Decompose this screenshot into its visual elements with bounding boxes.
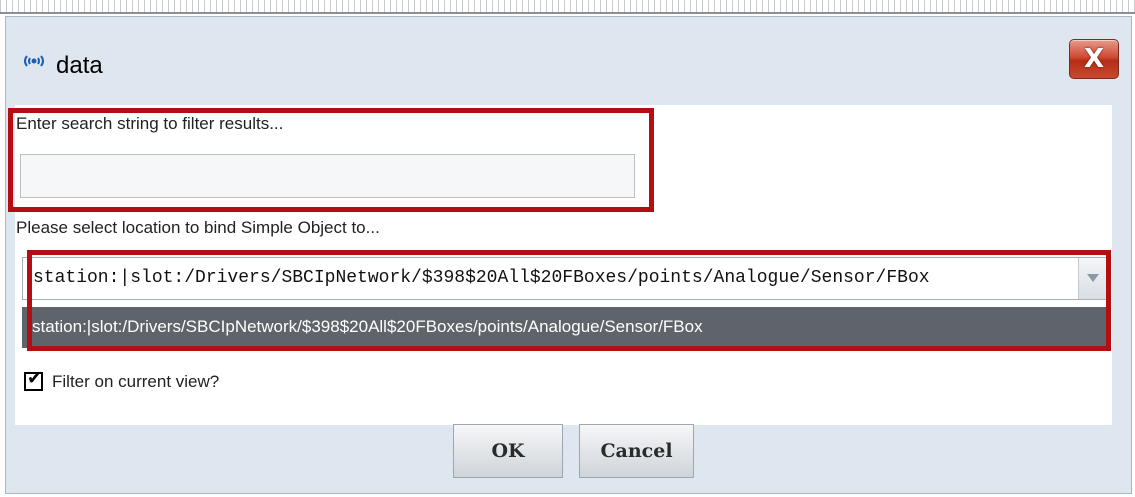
chevron-down-icon bbox=[1087, 274, 1099, 282]
cancel-button[interactable]: Cancel bbox=[579, 424, 694, 478]
ok-button[interactable]: OK bbox=[453, 424, 563, 478]
location-select[interactable]: station:|slot:/Drivers/SBCIpNetwork/$398… bbox=[22, 257, 1109, 300]
dialog-title: data bbox=[56, 52, 103, 79]
filter-checkbox-label: Filter on current view? bbox=[52, 372, 220, 391]
title-bar: data bbox=[6, 17, 1131, 111]
location-prompt-label: Please select location to bind Simple Ob… bbox=[16, 218, 380, 237]
dialog-window: data X bbox=[5, 16, 1132, 494]
search-input[interactable] bbox=[20, 154, 635, 198]
background-ruler bbox=[0, 0, 1135, 14]
close-button[interactable]: X bbox=[1069, 39, 1119, 79]
location-option-label: station:|slot:/Drivers/SBCIpNetwork/$398… bbox=[32, 317, 703, 336]
search-prompt-label: Enter search string to filter results... bbox=[16, 114, 284, 133]
filter-checkbox[interactable]: ✔ bbox=[24, 368, 43, 391]
dropdown-arrow-button[interactable] bbox=[1078, 258, 1108, 299]
location-select-value: station:|slot:/Drivers/SBCIpNetwork/$398… bbox=[33, 268, 930, 288]
checkmark-icon: ✔ bbox=[27, 368, 43, 389]
location-option[interactable]: station:|slot:/Drivers/SBCIpNetwork/$398… bbox=[22, 307, 1109, 348]
close-icon: X bbox=[1083, 44, 1105, 74]
broadcast-icon bbox=[24, 55, 44, 67]
